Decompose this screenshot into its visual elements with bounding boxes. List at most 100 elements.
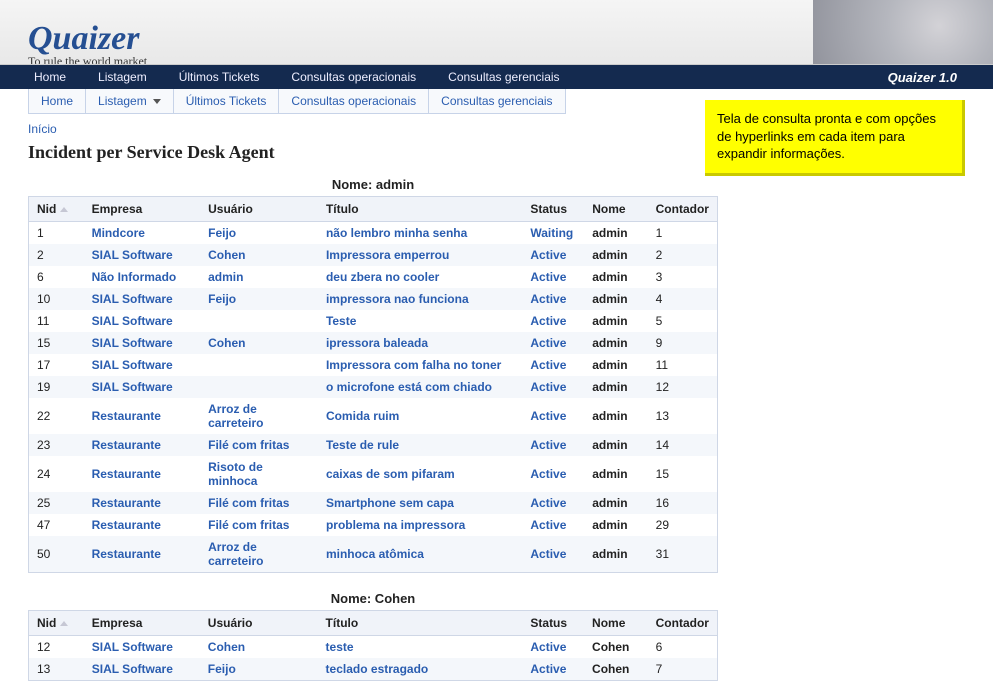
cell-empresa-link[interactable]: SIAL Software (92, 662, 173, 676)
top-nav-home[interactable]: Home (18, 70, 82, 84)
cell-status-link[interactable]: Active (530, 409, 566, 423)
cell-empresa-link[interactable]: Restaurante (92, 518, 161, 532)
col-usuario[interactable]: Usuário (200, 197, 318, 222)
cell-nome: admin (584, 354, 647, 376)
cell-titulo-link[interactable]: Impressora com falha no toner (326, 358, 501, 372)
cell-usuario-link[interactable]: Filé com fritas (208, 438, 289, 452)
cell-empresa-link[interactable]: Restaurante (92, 409, 161, 423)
cell-status-link[interactable]: Active (530, 496, 566, 510)
cell-empresa-link[interactable]: Restaurante (92, 547, 161, 561)
logo[interactable]: Quaizer To rule the world market (28, 22, 147, 65)
cell-empresa-link[interactable]: SIAL Software (92, 314, 173, 328)
cell-empresa-link[interactable]: SIAL Software (92, 292, 173, 306)
cell-status-link[interactable]: Active (530, 467, 566, 481)
col-nome[interactable]: Nome (584, 611, 648, 636)
cell-status-link[interactable]: Active (530, 662, 566, 676)
cell-status-link[interactable]: Active (530, 518, 566, 532)
cell-contador: 14 (648, 434, 718, 456)
cell-empresa-link[interactable]: SIAL Software (92, 358, 173, 372)
col-status[interactable]: Status (522, 197, 584, 222)
col-empresa[interactable]: Empresa (84, 197, 201, 222)
sub-nav-consultas-operacionais[interactable]: Consultas operacionais (279, 89, 429, 113)
cell-usuario-link[interactable]: Arroz de carreteiro (208, 540, 263, 568)
cell-usuario-link[interactable]: Cohen (208, 640, 245, 654)
cell-empresa-link[interactable]: Não Informado (92, 270, 177, 284)
cell-empresa-link[interactable]: Restaurante (92, 496, 161, 510)
cell-usuario-link[interactable]: Filé com fritas (208, 496, 289, 510)
cell-titulo-link[interactable]: impressora nao funciona (326, 292, 469, 306)
cell-titulo: minhoca atômica (318, 536, 522, 573)
sub-nav-consultas-gerenciais[interactable]: Consultas gerenciais (429, 89, 564, 113)
top-nav-consultas-operacionais[interactable]: Consultas operacionais (275, 70, 432, 84)
cell-usuario-link[interactable]: admin (208, 270, 243, 284)
cell-titulo-link[interactable]: ipressora baleada (326, 336, 428, 350)
col-contador[interactable]: Contador (648, 611, 718, 636)
cell-titulo-link[interactable]: Teste de rule (326, 438, 399, 452)
cell-titulo-link[interactable]: não lembro minha senha (326, 226, 467, 240)
cell-usuario-link[interactable]: Feijo (208, 292, 236, 306)
cell-status-link[interactable]: Active (530, 314, 566, 328)
cell-titulo-link[interactable]: problema na impressora (326, 518, 465, 532)
cell-usuario-link[interactable]: Cohen (208, 336, 245, 350)
cell-status-link[interactable]: Active (530, 438, 566, 452)
cell-usuario: Arroz de carreteiro (200, 536, 318, 573)
cell-status-link[interactable]: Active (530, 270, 566, 284)
cell-status-link[interactable]: Waiting (530, 226, 573, 240)
table-row: 2SIAL SoftwareCohenImpressora emperrouAc… (29, 244, 718, 266)
top-nav-listagem[interactable]: Listagem (82, 70, 163, 84)
top-nav-consultas-gerenciais[interactable]: Consultas gerenciais (432, 70, 575, 84)
content-area: Nome: adminNidEmpresaUsuárioTítuloStatus… (28, 177, 718, 681)
col-nid[interactable]: Nid (29, 197, 84, 222)
cell-empresa-link[interactable]: Restaurante (92, 438, 161, 452)
sub-nav-home[interactable]: Home (29, 89, 86, 113)
sub-nav-ultimos-tickets[interactable]: Últimos Tickets (174, 89, 280, 113)
cell-titulo: Impressora com falha no toner (318, 354, 522, 376)
col-titulo[interactable]: Título (318, 197, 522, 222)
cell-titulo-link[interactable]: Comida ruim (326, 409, 399, 423)
col-usuario[interactable]: Usuário (200, 611, 318, 636)
sub-nav-listagem[interactable]: Listagem (86, 89, 174, 113)
col-status[interactable]: Status (522, 611, 584, 636)
col-titulo[interactable]: Título (318, 611, 523, 636)
cell-usuario-link[interactable]: Risoto de minhoca (208, 460, 263, 488)
cell-titulo-link[interactable]: Impressora emperrou (326, 248, 449, 262)
col-nome[interactable]: Nome (584, 197, 647, 222)
cell-titulo: não lembro minha senha (318, 222, 522, 245)
cell-titulo-link[interactable]: Smartphone sem capa (326, 496, 454, 510)
cell-usuario-link[interactable]: Feijo (208, 662, 236, 676)
cell-usuario-link[interactable]: Filé com fritas (208, 518, 289, 532)
cell-status-link[interactable]: Active (530, 292, 566, 306)
cell-titulo-link[interactable]: o microfone está com chiado (326, 380, 492, 394)
cell-titulo-link[interactable]: Teste (326, 314, 356, 328)
cell-status-link[interactable]: Active (530, 547, 566, 561)
cell-titulo-link[interactable]: caixas de som pifaram (326, 467, 455, 481)
cell-titulo-link[interactable]: minhoca atômica (326, 547, 424, 561)
cell-status: Active (522, 244, 584, 266)
group-title: Nome: Cohen (28, 591, 718, 606)
col-empresa[interactable]: Empresa (84, 611, 200, 636)
cell-status-link[interactable]: Active (530, 640, 566, 654)
cell-empresa-link[interactable]: SIAL Software (92, 640, 173, 654)
cell-status-link[interactable]: Active (530, 336, 566, 350)
col-contador[interactable]: Contador (648, 197, 718, 222)
cell-status-link[interactable]: Active (530, 248, 566, 262)
cell-empresa-link[interactable]: SIAL Software (92, 248, 173, 262)
top-nav-ultimos-tickets[interactable]: Últimos Tickets (163, 70, 276, 84)
cell-usuario-link[interactable]: Arroz de carreteiro (208, 402, 263, 430)
cell-usuario-link[interactable]: Feijo (208, 226, 236, 240)
cell-titulo-link[interactable]: teste (326, 640, 354, 654)
cell-titulo-link[interactable]: deu zbera no cooler (326, 270, 439, 284)
cell-empresa-link[interactable]: Restaurante (92, 467, 161, 481)
col-nid[interactable]: Nid (29, 611, 84, 636)
cell-usuario: Cohen (200, 244, 318, 266)
cell-titulo-link[interactable]: teclado estragado (326, 662, 429, 676)
cell-nome: Cohen (584, 636, 648, 659)
cell-status-link[interactable]: Active (530, 358, 566, 372)
cell-status-link[interactable]: Active (530, 380, 566, 394)
cell-empresa-link[interactable]: Mindcore (92, 226, 145, 240)
cell-empresa-link[interactable]: SIAL Software (92, 336, 173, 350)
cell-empresa-link[interactable]: SIAL Software (92, 380, 173, 394)
cell-usuario-link[interactable]: Cohen (208, 248, 245, 262)
cell-usuario: Risoto de minhoca (200, 456, 318, 492)
cell-nid: 19 (29, 376, 84, 398)
